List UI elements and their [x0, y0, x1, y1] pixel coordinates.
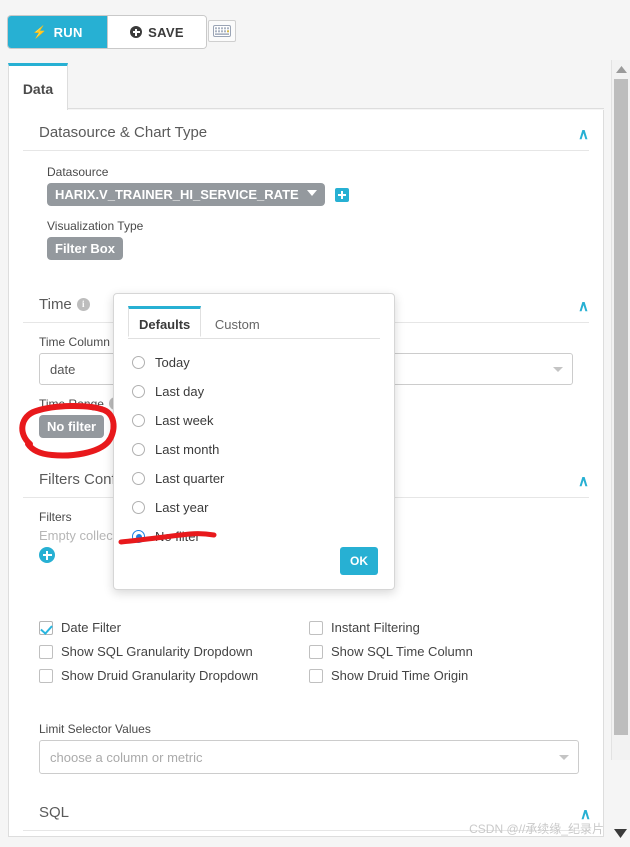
- checkbox-show-sql-granularity-dropdown[interactable]: Show SQL Granularity Dropdown: [39, 644, 309, 659]
- checkbox-icon[interactable]: [309, 669, 323, 683]
- limit-selector-block: Limit Selector Values choose a column or…: [39, 722, 579, 774]
- radio-label: Last day: [155, 384, 204, 399]
- section-datasource-header[interactable]: Datasource & Chart Type ∧: [23, 110, 589, 151]
- bolt-icon: ⚡: [32, 26, 47, 38]
- section-time-title: Time: [39, 296, 72, 313]
- checkbox-show-druid-granularity-dropdown[interactable]: Show Druid Granularity Dropdown: [39, 668, 309, 683]
- checkbox-label: Show Druid Granularity Dropdown: [61, 668, 258, 683]
- scrollbar-thumb[interactable]: [614, 79, 628, 735]
- radio-icon[interactable]: [132, 356, 145, 369]
- popover-tab-defaults[interactable]: Defaults: [128, 306, 201, 337]
- watermark: CSDN @//承续缘_纪录片: [469, 820, 604, 837]
- section-sql-title: SQL: [39, 804, 69, 821]
- chevron-down-icon: [553, 367, 563, 372]
- popover-tab-custom[interactable]: Custom: [205, 309, 270, 340]
- radio-option-last-day[interactable]: Last day: [132, 377, 394, 406]
- scroll-up-arrow-icon[interactable]: [612, 60, 630, 78]
- radio-icon[interactable]: [132, 472, 145, 485]
- tab-bar: Data: [0, 63, 630, 111]
- vertical-scrollbar[interactable]: [611, 60, 630, 760]
- checkbox-icon[interactable]: [309, 645, 323, 659]
- tab-data[interactable]: Data: [8, 63, 68, 111]
- datasource-label: Datasource: [47, 165, 603, 179]
- run-button-label: RUN: [54, 25, 83, 40]
- checkbox-show-druid-time-origin[interactable]: Show Druid Time Origin: [309, 668, 579, 683]
- chevron-down-icon: [307, 190, 317, 196]
- run-save-button-group: ⚡ RUN SAVE: [8, 16, 206, 48]
- chevron-down-icon: [559, 755, 569, 760]
- radio-option-last-quarter[interactable]: Last quarter: [132, 464, 394, 493]
- info-icon[interactable]: i: [77, 298, 90, 311]
- checkbox-icon[interactable]: [309, 621, 323, 635]
- time-range-label-text: Time Range: [39, 397, 104, 411]
- chevron-up-icon[interactable]: ∧: [578, 472, 589, 490]
- visualization-type-label: Visualization Type: [47, 219, 603, 233]
- datasource-select[interactable]: HARIX.V_TRAINER_HI_SERVICE_RATE: [47, 183, 325, 206]
- checkbox-label: Date Filter: [61, 620, 121, 635]
- radio-label: No filter: [155, 529, 200, 544]
- checkbox-icon[interactable]: [39, 645, 53, 659]
- limit-selector-placeholder: choose a column or metric: [50, 750, 202, 765]
- time-range-value[interactable]: No filter: [39, 415, 104, 438]
- radio-icon[interactable]: [132, 530, 145, 543]
- top-toolbar: ⚡ RUN SAVE: [0, 0, 630, 56]
- checkbox-row: Show SQL Granularity Dropdown Show SQL T…: [39, 644, 579, 659]
- run-button[interactable]: ⚡ RUN: [8, 16, 107, 48]
- checkbox-show-sql-time-column[interactable]: Show SQL Time Column: [309, 644, 579, 659]
- popover-tab-bar: Defaults Custom: [128, 306, 380, 339]
- checkbox-row: Show Druid Granularity Dropdown Show Dru…: [39, 668, 579, 683]
- plus-circle-icon: [130, 26, 142, 38]
- limit-selector-label: Limit Selector Values: [39, 722, 579, 736]
- chevron-up-icon[interactable]: ∧: [578, 297, 589, 315]
- time-column-value: date: [50, 362, 75, 377]
- radio-label: Last month: [155, 442, 219, 457]
- radio-label: Last year: [155, 500, 208, 515]
- radio-label: Last week: [155, 413, 214, 428]
- keyboard-shortcuts-button[interactable]: [208, 20, 236, 42]
- time-range-options: Today Last day Last week Last month Last…: [114, 339, 394, 551]
- checkbox-icon[interactable]: [39, 669, 53, 683]
- radio-icon[interactable]: [132, 501, 145, 514]
- radio-label: Today: [155, 355, 190, 370]
- checkbox-label: Show SQL Time Column: [331, 644, 473, 659]
- section-datasource-title: Datasource & Chart Type: [39, 124, 207, 141]
- chevron-up-icon[interactable]: ∧: [578, 125, 589, 143]
- radio-option-last-year[interactable]: Last year: [132, 493, 394, 522]
- keyboard-icon: [213, 25, 231, 37]
- limit-selector-select[interactable]: choose a column or metric: [39, 740, 579, 774]
- add-filter-button[interactable]: [39, 547, 55, 563]
- checkbox-icon[interactable]: [39, 621, 53, 635]
- add-datasource-button[interactable]: [335, 188, 349, 202]
- save-button-label: SAVE: [148, 25, 184, 40]
- radio-option-last-week[interactable]: Last week: [132, 406, 394, 435]
- datasource-value: HARIX.V_TRAINER_HI_SERVICE_RATE: [55, 187, 299, 202]
- radio-icon[interactable]: [132, 414, 145, 427]
- radio-icon[interactable]: [132, 385, 145, 398]
- scroll-down-arrow-icon[interactable]: [612, 825, 628, 841]
- checkbox-label: Show Druid Time Origin: [331, 668, 468, 683]
- time-range-popover: Defaults Custom Today Last day Last week…: [113, 293, 395, 590]
- checkbox-label: Instant Filtering: [331, 620, 420, 635]
- tab-data-label: Data: [23, 81, 53, 97]
- visualization-type-value[interactable]: Filter Box: [47, 237, 123, 260]
- radio-option-today[interactable]: Today: [132, 348, 394, 377]
- radio-option-last-month[interactable]: Last month: [132, 435, 394, 464]
- tab-bar-divider: [68, 108, 604, 109]
- checkbox-row: Date Filter Instant Filtering: [39, 620, 579, 635]
- save-button[interactable]: SAVE: [107, 16, 206, 48]
- datasource-body: Datasource HARIX.V_TRAINER_HI_SERVICE_RA…: [9, 151, 603, 260]
- ok-button[interactable]: OK: [340, 547, 378, 575]
- filter-options-grid: Date Filter Instant Filtering Show SQL G…: [39, 620, 579, 692]
- radio-label: Last quarter: [155, 471, 224, 486]
- checkbox-instant-filtering[interactable]: Instant Filtering: [309, 620, 579, 635]
- radio-icon[interactable]: [132, 443, 145, 456]
- checkbox-date-filter[interactable]: Date Filter: [39, 620, 309, 635]
- checkbox-label: Show SQL Granularity Dropdown: [61, 644, 253, 659]
